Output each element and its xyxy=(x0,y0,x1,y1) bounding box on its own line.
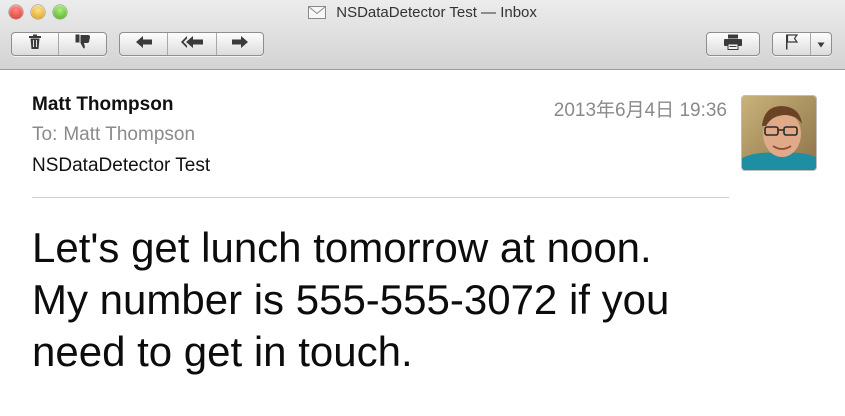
reply-forward-group xyxy=(119,32,264,56)
flag-group xyxy=(772,32,832,56)
forward-arrow-icon xyxy=(231,35,249,54)
message-subject: NSDataDetector Test xyxy=(32,155,211,176)
message-body: Let's get lunch tomorrow at noon. My num… xyxy=(32,222,792,378)
trash-icon xyxy=(28,34,42,55)
reply-all-button[interactable] xyxy=(168,33,217,55)
recipient-name[interactable]: Matt Thompson xyxy=(63,124,195,145)
delete-button[interactable] xyxy=(12,33,59,55)
body-line: Let's get lunch tomorrow at noon. xyxy=(32,224,652,271)
recipient-line: To: Matt Thompson xyxy=(32,124,195,146)
delete-junk-group xyxy=(11,32,107,56)
reply-arrow-icon xyxy=(135,35,153,54)
print-button[interactable] xyxy=(707,33,759,55)
message-date: 2013年6月4日 19:36 xyxy=(553,100,727,121)
window-toolbar: NSDataDetector Test — Inbox xyxy=(0,0,845,70)
print-group xyxy=(706,32,760,56)
window-title: NSDataDetector Test — Inbox xyxy=(336,4,537,21)
window-title-area: NSDataDetector Test — Inbox xyxy=(0,4,845,23)
junk-button[interactable] xyxy=(59,33,106,55)
mail-window: NSDataDetector Test — Inbox Matt Thompso… xyxy=(0,0,845,416)
forward-button[interactable] xyxy=(217,33,263,55)
sender-name[interactable]: Matt Thompson xyxy=(32,94,173,116)
chevron-down-icon xyxy=(817,35,825,53)
reply-all-arrow-icon xyxy=(180,35,204,54)
printer-icon xyxy=(723,34,743,55)
sender-avatar xyxy=(741,95,817,171)
flag-menu-button[interactable] xyxy=(811,33,831,55)
flag-button[interactable] xyxy=(773,33,811,55)
reply-button[interactable] xyxy=(120,33,168,55)
envelope-icon xyxy=(308,6,327,23)
header-divider xyxy=(32,197,729,198)
flag-icon xyxy=(785,33,799,55)
body-line: My number is 555-555-3072 if you xyxy=(32,276,670,323)
to-label: To: xyxy=(32,124,58,145)
thumbs-down-icon xyxy=(75,34,91,54)
body-line: need to get in touch. xyxy=(32,328,413,375)
